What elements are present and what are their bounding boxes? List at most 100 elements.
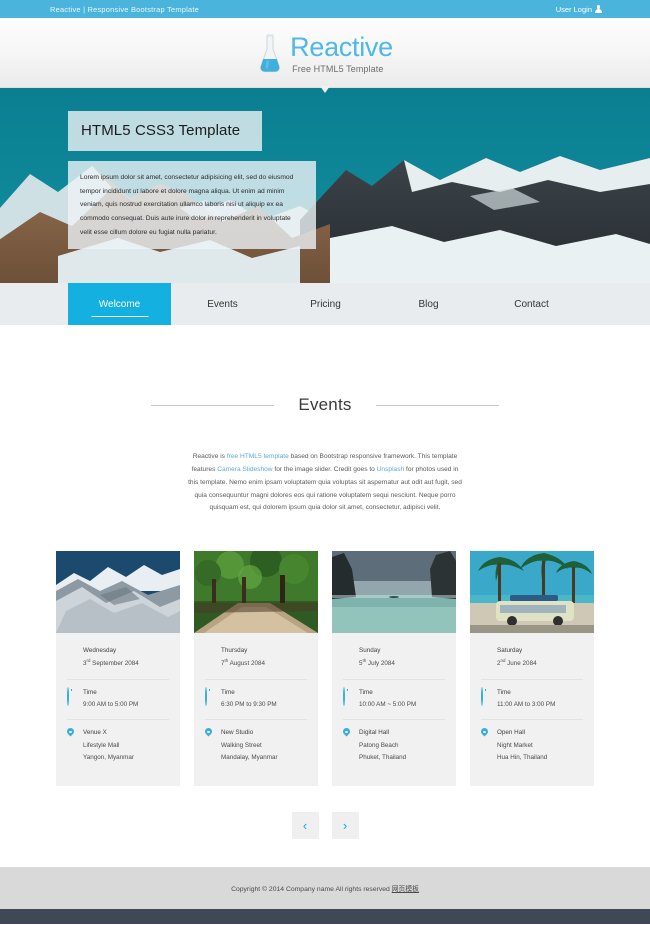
hero-slider[interactable]: HTML5 CSS3 Template Lorem ipsum dolor si… (0, 88, 650, 283)
events-pager: ‹ › (0, 812, 650, 840)
event-date-text: Thursday 7th August 2084 (221, 645, 265, 671)
event-time-row: Time 10:00 AM ~ 5:00 PM (343, 678, 445, 720)
event-venue-text: New Studio Walking Street Mandalay, Myan… (221, 727, 278, 764)
clock-icon (481, 686, 490, 712)
event-date-text: Saturday 2nd June 2084 (497, 645, 537, 671)
event-time-value: 9:00 AM to 5:00 PM (83, 701, 139, 709)
event-venue-row: Open Hall Night Market Hua Hin, Thailand (481, 719, 583, 772)
event-venue-row: Digital Hall Patong Beach Phuket, Thaila… (343, 719, 445, 772)
event-address: Walking Street (221, 741, 262, 749)
footer-spacer (0, 839, 650, 868)
event-venue-text: Digital Hall Patong Beach Phuket, Thaila… (359, 727, 406, 764)
site-tagline: Reactive | Responsive Bootstrap Template (50, 4, 200, 14)
prev-button[interactable]: ‹ (291, 812, 319, 840)
site-footer: Copyright © 2014 Company name All rights… (0, 867, 650, 910)
nav-label: Pricing (310, 298, 341, 310)
top-bar: Reactive | Responsive Bootstrap Template… (0, 0, 650, 18)
event-time-row: Time 11:00 AM to 3:00 PM (481, 678, 583, 720)
event-image-forest-road (194, 551, 318, 634)
page-root: Reactive | Responsive Bootstrap Template… (0, 0, 650, 925)
calendar-icon (343, 645, 352, 671)
copyright-label: Copyright © 2014 Company name All rights… (231, 886, 392, 894)
nav-item-events[interactable]: Events (171, 283, 274, 325)
event-city: Hua Hin, Thailand (497, 753, 548, 761)
event-city: Yangon, Myanmar (83, 753, 134, 761)
site-header: Reactive Free HTML5 Template (0, 18, 650, 93)
nav-item-pricing[interactable]: Pricing (274, 283, 377, 325)
page-title: Events (298, 395, 352, 414)
event-image-snowy-mountains (56, 551, 180, 634)
user-login-label: User Login (555, 4, 592, 14)
nav-item-blog[interactable]: Blog (377, 283, 480, 325)
map-pin-icon (205, 727, 214, 764)
heading-rule-left (151, 404, 275, 406)
user-login-link[interactable]: User Login (556, 5, 602, 14)
map-pin-icon (481, 727, 490, 764)
event-card[interactable]: Thursday 7th August 2084 Time 6:30 PM to… (194, 551, 318, 787)
link-free-html5-template[interactable]: free HTML5 template (227, 453, 289, 460)
nav-item-welcome[interactable]: Welcome (68, 283, 171, 325)
event-venue-row: New Studio Walking Street Mandalay, Myan… (205, 719, 307, 772)
event-date-rest: September 2084 (90, 660, 139, 668)
intro-part-1: Reactive is (192, 453, 227, 460)
event-card[interactable]: Wednesday 3rd September 2084 Time 9:00 A… (56, 551, 180, 787)
event-card-body: Wednesday 3rd September 2084 Time 9:00 A… (56, 633, 180, 786)
intro-part-3: for the image slider. Credit goes to (272, 465, 377, 473)
event-card-body: Thursday 7th August 2084 Time 6:30 PM to… (194, 633, 318, 786)
hero-caption-body: Lorem ipsum dolor sit amet, consectetur … (68, 161, 316, 249)
next-button[interactable]: › (331, 812, 359, 840)
brand-block: Reactive Free HTML5 Template (290, 32, 393, 74)
event-day: Wednesday (83, 647, 117, 655)
heading-rule-right (375, 404, 499, 406)
hero-caption-title: HTML5 CSS3 Template (68, 111, 263, 151)
header-notch-icon (320, 86, 330, 93)
event-time-text: Time 11:00 AM to 3:00 PM (497, 687, 555, 712)
logo[interactable]: Reactive Free HTML5 Template (257, 32, 393, 74)
event-time-text: Time 9:00 AM to 5:00 PM (83, 687, 138, 712)
event-address: Lifestyle Mall (83, 741, 120, 749)
section-intro: Reactive is free HTML5 template based on… (188, 451, 463, 515)
event-date-row: Thursday 7th August 2084 (205, 643, 307, 679)
footer-credit-link[interactable]: 网页模板 (392, 886, 419, 893)
event-date-rest: June 2084 (505, 660, 537, 668)
nav-label: Welcome (98, 298, 141, 310)
map-pin-icon (67, 727, 76, 764)
event-card-list: Wednesday 3rd September 2084 Time 9:00 A… (0, 551, 650, 787)
event-time-row: Time 6:30 PM to 9:30 PM (205, 678, 307, 720)
user-icon (595, 5, 602, 13)
event-venue: Open Hall (497, 729, 526, 737)
event-time-label: Time (359, 688, 373, 696)
event-day: Thursday (221, 647, 248, 655)
event-card[interactable]: Sunday 5th July 2084 Time 10:00 AM ~ 5:0… (332, 551, 456, 787)
event-city: Mandalay, Myanmar (221, 753, 278, 761)
nav-label: Contact (514, 298, 549, 310)
main-navigation: Welcome Events Pricing Blog Contact (0, 283, 650, 325)
map-pin-icon (343, 727, 352, 764)
event-card-body: Sunday 5th July 2084 Time 10:00 AM ~ 5:0… (332, 633, 456, 786)
event-time-row: Time 9:00 AM to 5:00 PM (67, 678, 169, 720)
event-venue: Digital Hall (359, 729, 390, 737)
link-camera-slideshow[interactable]: Camera Slideshow (217, 466, 272, 473)
nav-item-contact[interactable]: Contact (480, 283, 583, 325)
events-section: Events Reactive is free HTML5 template b… (0, 333, 650, 840)
event-address: Patong Beach (359, 741, 399, 749)
calendar-icon (67, 645, 76, 671)
nav-label: Events (207, 298, 238, 310)
event-date-text: Wednesday 3rd September 2084 (83, 645, 139, 671)
event-venue-text: Venue X Lifestyle Mall Yangon, Myanmar (83, 727, 134, 764)
clock-icon (343, 686, 352, 712)
link-unsplash[interactable]: Unsplash (377, 466, 405, 473)
event-time-value: 10:00 AM ~ 5:00 PM (359, 701, 417, 709)
event-card[interactable]: Saturday 2nd June 2084 Time 11:00 AM to … (470, 551, 594, 787)
nav-label: Blog (418, 298, 439, 310)
event-date-row: Wednesday 3rd September 2084 (67, 643, 169, 679)
copyright-text: Copyright © 2014 Company name All rights… (231, 883, 419, 893)
clock-icon (205, 686, 214, 712)
nav-active-underline (91, 315, 148, 317)
calendar-icon (205, 645, 214, 671)
section-heading: Events (0, 395, 650, 415)
event-card-body: Saturday 2nd June 2084 Time 11:00 AM to … (470, 633, 594, 786)
event-time-value: 11:00 AM to 3:00 PM (497, 701, 556, 709)
event-address: Night Market (497, 741, 533, 749)
event-time-label: Time (221, 688, 235, 696)
